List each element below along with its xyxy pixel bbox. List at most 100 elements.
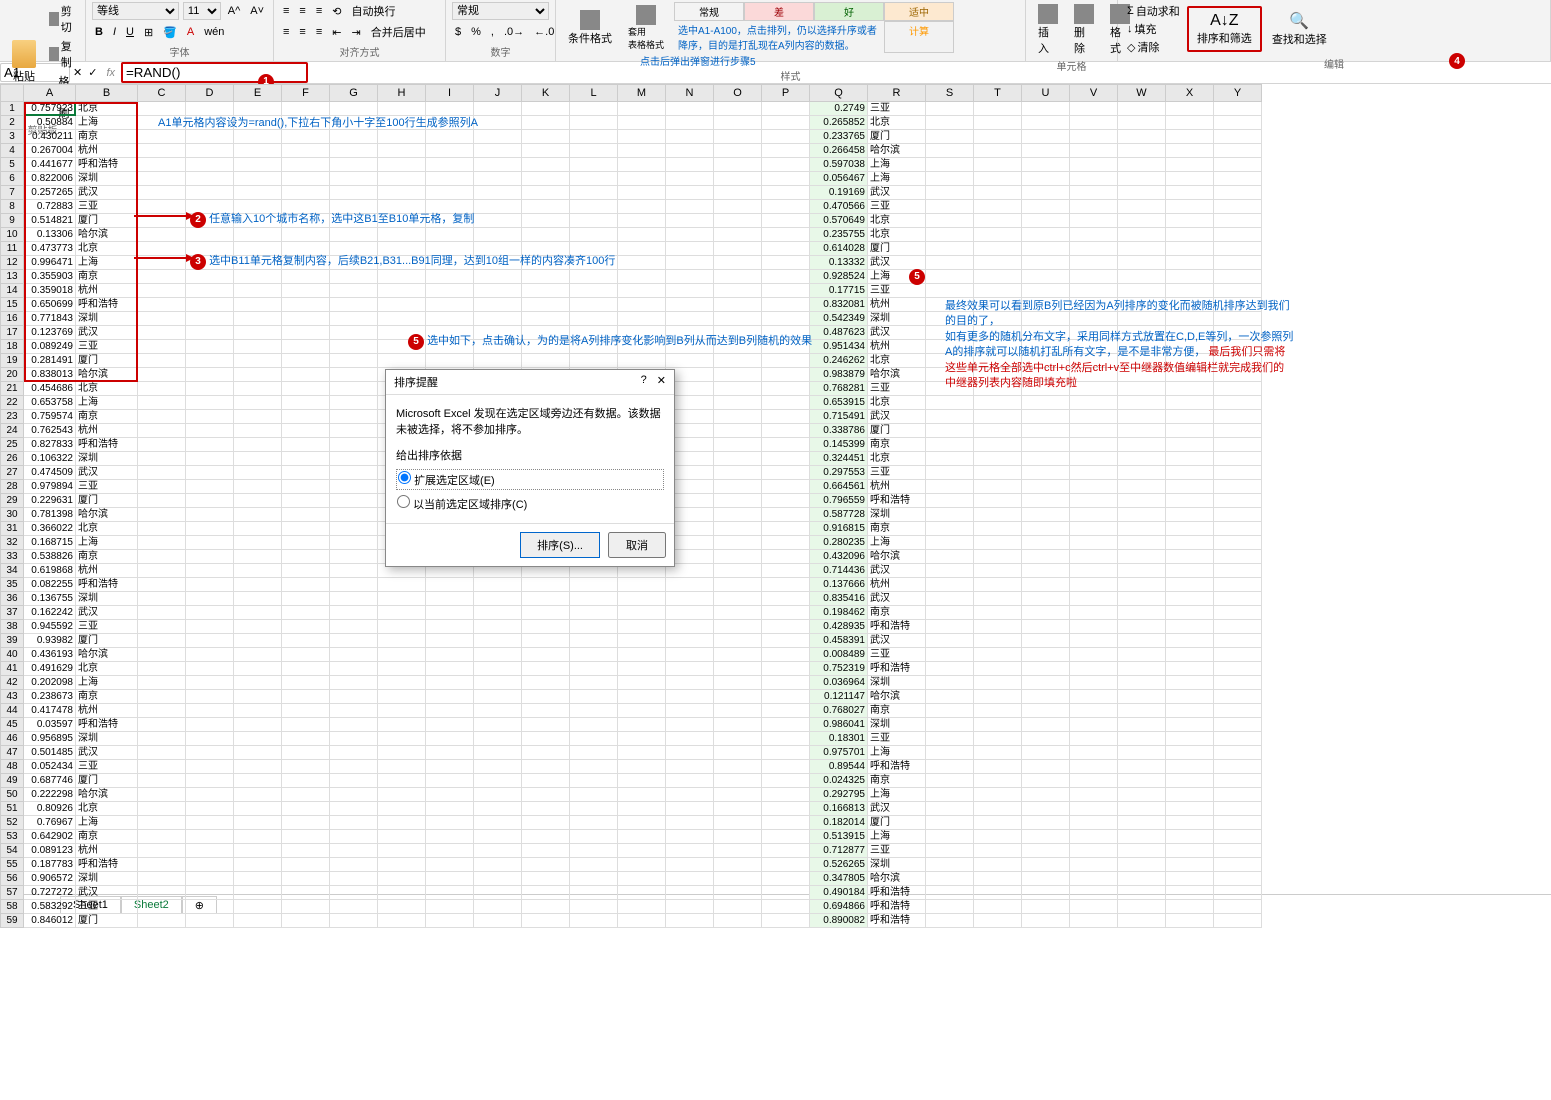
cell[interactable] xyxy=(282,508,330,522)
cell[interactable] xyxy=(666,676,714,690)
cell[interactable] xyxy=(522,718,570,732)
row-header[interactable]: 55 xyxy=(0,858,24,872)
cell[interactable] xyxy=(186,802,234,816)
cell[interactable]: 0.650699 xyxy=(24,298,76,312)
cell[interactable] xyxy=(426,284,474,298)
cell[interactable] xyxy=(474,158,522,172)
cell[interactable] xyxy=(1166,550,1214,564)
cell[interactable]: 杭州 xyxy=(868,340,926,354)
cell[interactable] xyxy=(714,508,762,522)
row-header[interactable]: 16 xyxy=(0,312,24,326)
cell[interactable] xyxy=(974,746,1022,760)
row-header[interactable]: 45 xyxy=(0,718,24,732)
cell[interactable] xyxy=(282,732,330,746)
cell[interactable] xyxy=(474,858,522,872)
cell[interactable] xyxy=(330,718,378,732)
cell[interactable] xyxy=(1022,200,1070,214)
cell[interactable] xyxy=(1022,662,1070,676)
cell[interactable] xyxy=(282,746,330,760)
cell[interactable] xyxy=(974,186,1022,200)
cell[interactable] xyxy=(1118,872,1166,886)
cell[interactable] xyxy=(474,172,522,186)
cell[interactable] xyxy=(618,718,666,732)
cell[interactable] xyxy=(666,256,714,270)
cell[interactable]: 武汉 xyxy=(868,326,926,340)
cell[interactable] xyxy=(330,830,378,844)
cell[interactable] xyxy=(1214,550,1262,564)
cell[interactable] xyxy=(1166,886,1214,900)
cell[interactable] xyxy=(1166,844,1214,858)
cell[interactable]: 北京 xyxy=(868,354,926,368)
cell[interactable]: 呼和浩特 xyxy=(868,886,926,900)
cell[interactable] xyxy=(522,732,570,746)
cell[interactable] xyxy=(974,158,1022,172)
cell[interactable] xyxy=(1118,242,1166,256)
cell[interactable] xyxy=(522,578,570,592)
cell[interactable]: 上海 xyxy=(76,816,138,830)
cell[interactable]: 三亚 xyxy=(868,200,926,214)
cell[interactable] xyxy=(714,872,762,886)
cell[interactable] xyxy=(186,452,234,466)
cell[interactable]: 武汉 xyxy=(868,410,926,424)
cell[interactable] xyxy=(974,564,1022,578)
cell[interactable] xyxy=(926,242,974,256)
cell[interactable]: 0.324451 xyxy=(810,452,868,466)
cell[interactable] xyxy=(618,256,666,270)
cell[interactable] xyxy=(1022,438,1070,452)
cell[interactable] xyxy=(974,172,1022,186)
cell[interactable] xyxy=(186,704,234,718)
cell[interactable]: 武汉 xyxy=(76,886,138,900)
cell[interactable] xyxy=(474,130,522,144)
cell[interactable] xyxy=(234,228,282,242)
cell[interactable] xyxy=(974,844,1022,858)
col-header-N[interactable]: N xyxy=(666,84,714,102)
cell[interactable]: 0.166813 xyxy=(810,802,868,816)
cell[interactable] xyxy=(1118,620,1166,634)
cell[interactable] xyxy=(1118,200,1166,214)
cell[interactable] xyxy=(234,564,282,578)
cell[interactable]: 0.136755 xyxy=(24,592,76,606)
cell[interactable] xyxy=(974,228,1022,242)
row-header[interactable]: 14 xyxy=(0,284,24,298)
cell[interactable] xyxy=(1022,802,1070,816)
cell[interactable] xyxy=(1070,480,1118,494)
cell[interactable] xyxy=(186,606,234,620)
cell[interactable] xyxy=(1166,494,1214,508)
cell[interactable]: 0.80926 xyxy=(24,802,76,816)
cell[interactable]: 武汉 xyxy=(868,802,926,816)
cell[interactable] xyxy=(522,760,570,774)
cell[interactable]: 0.089123 xyxy=(24,844,76,858)
phonetic-button[interactable]: wén xyxy=(201,25,227,39)
cell[interactable] xyxy=(1118,578,1166,592)
clear-button[interactable]: ◇ 清除 xyxy=(1124,38,1183,56)
cell[interactable] xyxy=(666,130,714,144)
cell[interactable] xyxy=(714,284,762,298)
cell[interactable] xyxy=(1214,732,1262,746)
cell[interactable] xyxy=(1070,704,1118,718)
row-header[interactable]: 47 xyxy=(0,746,24,760)
cell[interactable] xyxy=(714,116,762,130)
cell[interactable] xyxy=(1022,746,1070,760)
cell[interactable]: 杭州 xyxy=(76,564,138,578)
cell[interactable] xyxy=(926,592,974,606)
cell[interactable]: 0.890082 xyxy=(810,914,868,928)
cell[interactable]: 0.430211 xyxy=(24,130,76,144)
cell[interactable]: 武汉 xyxy=(76,466,138,480)
cell[interactable] xyxy=(138,718,186,732)
col-header-B[interactable]: B xyxy=(76,84,138,102)
cell[interactable] xyxy=(1166,802,1214,816)
cell[interactable] xyxy=(926,144,974,158)
cell[interactable] xyxy=(1214,648,1262,662)
cell[interactable] xyxy=(666,718,714,732)
cell[interactable] xyxy=(378,158,426,172)
cell[interactable] xyxy=(138,788,186,802)
cell[interactable]: 武汉 xyxy=(76,746,138,760)
cell[interactable] xyxy=(234,284,282,298)
cell[interactable] xyxy=(282,564,330,578)
cell[interactable] xyxy=(1022,536,1070,550)
cell[interactable] xyxy=(1166,620,1214,634)
cell[interactable] xyxy=(974,648,1022,662)
cell[interactable] xyxy=(138,690,186,704)
cell[interactable]: 上海 xyxy=(868,158,926,172)
cell[interactable] xyxy=(974,718,1022,732)
